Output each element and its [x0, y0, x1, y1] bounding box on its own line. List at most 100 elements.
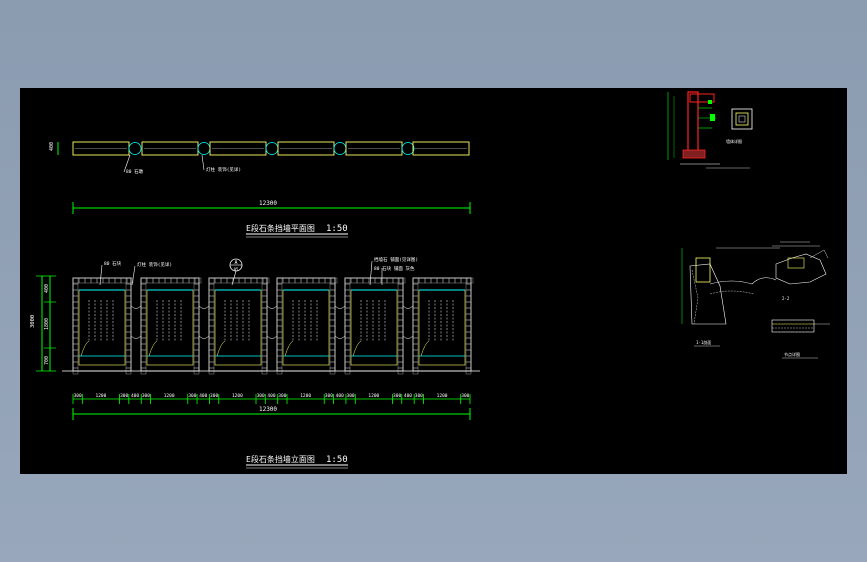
- stone-block: [300, 277, 308, 284]
- rope-segment: [402, 335, 414, 339]
- stone-block: [193, 331, 200, 339]
- stone-block: [208, 355, 215, 363]
- stone-block: [125, 337, 132, 345]
- stone-block: [125, 295, 132, 303]
- elevation-panel: [282, 289, 330, 366]
- stone-block: [125, 307, 132, 315]
- stone-block: [466, 277, 474, 284]
- stone-block: [140, 313, 147, 321]
- stone-block: [125, 361, 132, 369]
- stone-block: [140, 337, 147, 345]
- stone-block: [288, 277, 296, 284]
- stone-block: [344, 331, 351, 339]
- stone-block: [276, 349, 283, 357]
- rope-segment: [130, 305, 142, 309]
- stone-block: [193, 301, 200, 309]
- plan-scale: 1:50: [326, 224, 348, 234]
- stone-block: [72, 307, 79, 315]
- stone-block: [344, 355, 351, 363]
- stone-block: [397, 301, 404, 309]
- stone-block: [208, 283, 215, 291]
- rope-segment: [130, 335, 142, 339]
- stone-block: [193, 313, 200, 321]
- stone-block: [90, 277, 98, 284]
- stone-block: [329, 331, 336, 339]
- rope-segment: [266, 305, 278, 309]
- stone-block: [386, 277, 394, 284]
- elevation-bottom-dimensions: 300 1200 300 400 300 1200 300 400 300 1200 300 400 3…: [72, 393, 471, 404]
- stone-block: [329, 283, 336, 291]
- stone-block: [329, 349, 336, 357]
- stone-block: [208, 349, 215, 357]
- plan-post: [197, 142, 211, 155]
- stone-block: [214, 277, 222, 284]
- elevation-panel: [418, 289, 466, 366]
- stone-block: [261, 301, 268, 309]
- stone-block: [276, 289, 283, 297]
- stone-block: [344, 325, 351, 333]
- elev-dim-top: 400: [44, 284, 50, 293]
- stone-block: [344, 289, 351, 297]
- elevation-title-block: E段石条挡墙立面图 1:50: [246, 454, 348, 469]
- stone-block: [344, 301, 351, 309]
- stone-block: [374, 277, 382, 284]
- stone-block: [465, 325, 472, 333]
- wall-section-detail: 墙体详图: [667, 91, 753, 169]
- stone-block: [465, 295, 472, 303]
- stone-block: [412, 349, 419, 357]
- panel-curve: [420, 340, 430, 357]
- stone-block: [329, 337, 336, 345]
- elevation-callouts: 80 石块 灯柱 装饰(见详) 挡墙石 铺面(见详图) 80 石块 铺面 灰色 …: [99, 256, 418, 286]
- plan-callouts: 80 石墩 灯柱 装饰(见详): [123, 154, 241, 175]
- stone-block: [344, 361, 351, 369]
- stone-block: [329, 319, 336, 327]
- stone-block: [140, 325, 147, 333]
- stone-block: [350, 277, 358, 284]
- elev-bottom-dim-label: 300: [347, 393, 355, 399]
- stone-block: [140, 361, 147, 369]
- stone-block: [125, 349, 132, 357]
- stone-block: [329, 325, 336, 333]
- stone-block: [412, 289, 419, 297]
- stone-block: [152, 277, 160, 284]
- stone-block: [102, 277, 110, 284]
- stone-block: [412, 355, 419, 363]
- stone-block: [72, 331, 79, 339]
- stone-block: [72, 289, 79, 297]
- stone-block: [125, 331, 132, 339]
- stone-block: [329, 355, 336, 363]
- elevation-left-dimensions: 3000 400 1800 700: [30, 275, 56, 372]
- stone-block: [208, 325, 215, 333]
- elev-bottom-dim-label: 1200: [300, 393, 311, 399]
- stone-block: [140, 307, 147, 315]
- stone-block: [261, 307, 268, 315]
- stone-block: [194, 277, 202, 284]
- stone-block: [208, 319, 215, 327]
- stone-block: [294, 277, 302, 284]
- stone-block: [72, 283, 79, 291]
- elev-bottom-dim-label: 300: [461, 393, 469, 399]
- stone-block: [397, 289, 404, 297]
- elevation-title: E段石条挡墙立面图: [246, 454, 315, 464]
- plan-total-dim: 12300: [259, 200, 277, 207]
- stone-block: [442, 277, 450, 284]
- plan-dimension: 12300 400: [49, 142, 471, 214]
- elev-bottom-dim-label: 300: [120, 393, 128, 399]
- stone-block: [276, 319, 283, 327]
- stone-block: [344, 337, 351, 345]
- stone-block: [140, 301, 147, 309]
- stone-block: [193, 325, 200, 333]
- rope-segment: [334, 335, 346, 339]
- elev-bottom-dim-label: 1200: [437, 393, 448, 399]
- stone-block: [430, 277, 438, 284]
- stone-block: [193, 283, 200, 291]
- stone-block: [276, 307, 283, 315]
- stone-block: [261, 295, 268, 303]
- stone-block: [329, 313, 336, 321]
- stone-block: [465, 313, 472, 321]
- elev-bottom-dim-label: 1200: [95, 393, 106, 399]
- stone-block: [72, 355, 79, 363]
- stone-block: [261, 331, 268, 339]
- cad-drawing-canvas[interactable]: 12300 400 80 石墩 灯柱 装饰(见详) E段石条挡墙平面图 1:50: [20, 88, 847, 474]
- plan-title: E段石条挡墙平面图: [246, 223, 315, 233]
